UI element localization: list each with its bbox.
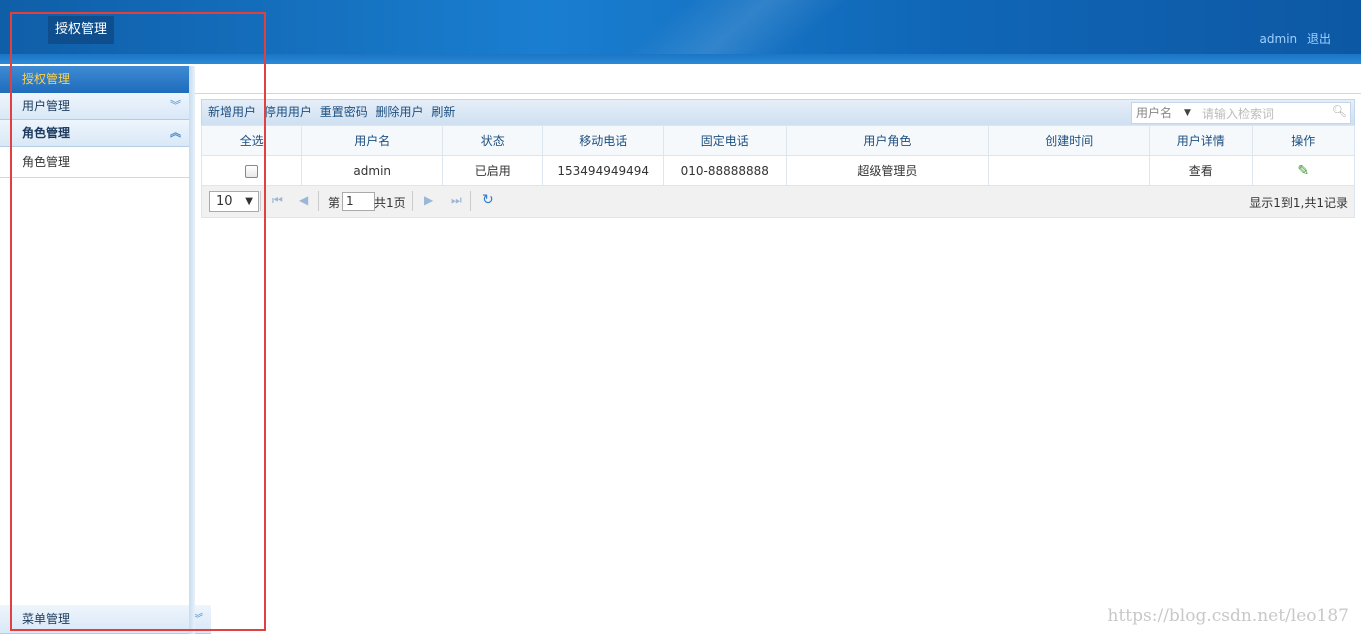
current-user[interactable]: admin xyxy=(1260,32,1298,46)
sidebar-item-user-management[interactable]: 用户管理 ︾ xyxy=(0,93,189,120)
sidebar-item-menu-management[interactable]: 菜单管理 ︾ xyxy=(0,605,211,634)
last-page-icon[interactable]: ⏭ xyxy=(451,193,462,208)
top-tab-authorization[interactable]: 授权管理 xyxy=(48,16,115,44)
refresh-button[interactable]: 刷新 xyxy=(431,100,455,125)
chevron-double-up-icon[interactable]: ︽ xyxy=(170,120,181,146)
pagination-bar: 10 ▼ ⏮ ◀ 第 1 共1页 ▶ ⏭ ↻ 显示1到1,共1记录 xyxy=(201,185,1355,218)
add-user-button[interactable]: 新增用户 xyxy=(208,100,256,125)
username-cell: admin xyxy=(301,155,444,186)
chevron-double-down-icon[interactable]: ︾ xyxy=(170,93,181,119)
user-area: admin 退出 xyxy=(1254,30,1331,47)
role-cell: 超级管理员 xyxy=(785,155,990,186)
delete-user-button[interactable]: 删除用户 xyxy=(376,100,424,125)
banner-bottom-strip xyxy=(0,54,1361,64)
select-all-header[interactable]: 全选 xyxy=(200,125,303,156)
pager-divider xyxy=(318,191,319,211)
column-header[interactable]: 移动电话 xyxy=(542,125,664,156)
status-cell: 已启用 xyxy=(442,155,544,186)
content-tab-bar xyxy=(195,66,1361,94)
page-size-select[interactable]: 10 ▼ xyxy=(209,191,259,212)
sidebar-item-label: 用户管理 xyxy=(22,99,71,113)
grid-toolbar: 新增用户 停用用户 重置密码 删除用户 刷新 用户名 ▼ 🔍︎ xyxy=(201,99,1355,126)
reset-password-button[interactable]: 重置密码 xyxy=(320,100,368,125)
sidebar: 授权管理 用户管理 ︾ 角色管理 ︽ 角色管理 菜单管理 ︾ xyxy=(0,66,211,634)
search-box: 用户名 ▼ 🔍︎ xyxy=(1131,102,1351,124)
pager-divider xyxy=(260,191,261,211)
mobile-cell: 153494949494 xyxy=(542,155,664,186)
sidebar-item-label: 菜单管理 xyxy=(22,612,71,626)
pencil-icon[interactable]: ✎ xyxy=(1297,163,1309,179)
refresh-icon[interactable]: ↻ xyxy=(482,192,494,208)
column-header[interactable]: 用户角色 xyxy=(785,125,990,156)
column-header[interactable]: 固定电话 xyxy=(662,125,787,156)
pager-divider xyxy=(470,191,471,211)
watermark: https://blog.csdn.net/leo187 xyxy=(1107,606,1349,626)
column-header[interactable]: 状态 xyxy=(442,125,544,156)
column-header[interactable]: 创建时间 xyxy=(988,125,1151,156)
created-cell xyxy=(988,155,1151,186)
edit-cell: ✎ xyxy=(1251,155,1355,186)
column-header[interactable]: 用户名 xyxy=(301,125,444,156)
row-checkbox[interactable] xyxy=(245,164,259,178)
table-row[interactable]: admin 已启用 153494949494 010-88888888 超级管理… xyxy=(200,155,1355,186)
column-header[interactable]: 用户详情 xyxy=(1149,125,1253,156)
table-header-row: 全选 用户名 状态 移动电话 固定电话 用户角色 创建时间 用户详情 操作 xyxy=(200,125,1355,156)
search-input[interactable] xyxy=(1200,104,1334,123)
caret-down-icon[interactable]: ▼ xyxy=(1184,103,1191,123)
sidebar-subitem-role-management[interactable]: 角色管理 xyxy=(0,147,189,178)
caret-down-icon: ▼ xyxy=(245,196,253,207)
first-page-icon[interactable]: ⏮ xyxy=(272,193,283,208)
prev-page-icon[interactable]: ◀ xyxy=(299,193,308,207)
pager-divider xyxy=(412,191,413,211)
top-banner: 授权管理 admin 退出 xyxy=(0,0,1361,64)
page-prefix-label: 第 xyxy=(328,196,341,210)
page-total-label: 共1页 xyxy=(374,196,406,210)
view-detail-link[interactable]: 查看 xyxy=(1149,155,1253,186)
main-content: 新增用户 停用用户 重置密码 删除用户 刷新 用户名 ▼ 🔍︎ 全选 用户名 状… xyxy=(195,66,1361,634)
sidebar-item-role-management[interactable]: 角色管理 ︽ xyxy=(0,120,189,147)
record-info: 显示1到1,共1记录 xyxy=(1249,196,1348,210)
page-number-input[interactable]: 1 xyxy=(342,192,375,211)
user-grid: 全选 用户名 状态 移动电话 固定电话 用户角色 创建时间 用户详情 操作 ad… xyxy=(200,125,1355,186)
next-page-icon[interactable]: ▶ xyxy=(424,193,433,207)
sidebar-title[interactable]: 授权管理 xyxy=(0,66,189,93)
disable-user-button[interactable]: 停用用户 xyxy=(264,100,312,125)
logout-link[interactable]: 退出 xyxy=(1307,32,1331,46)
row-checkbox-cell xyxy=(200,155,303,186)
search-icon[interactable]: 🔍︎ xyxy=(1332,104,1347,118)
phone-cell: 010-88888888 xyxy=(662,155,787,186)
sidebar-item-label: 角色管理 xyxy=(22,126,71,140)
column-header[interactable]: 操作 xyxy=(1251,125,1355,156)
